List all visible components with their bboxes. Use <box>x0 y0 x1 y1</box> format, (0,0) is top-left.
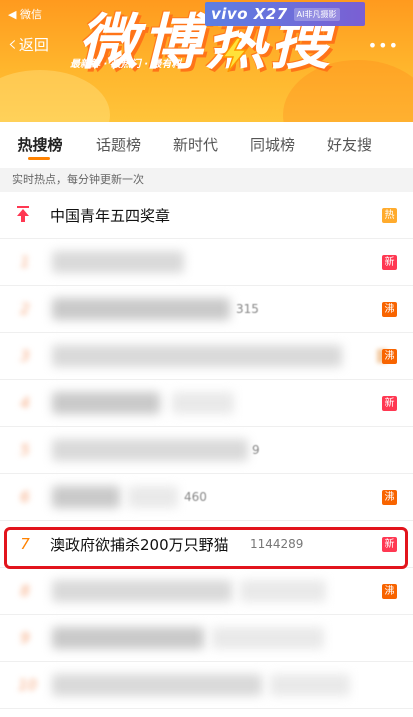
blurred-heat <box>128 486 178 508</box>
lightning-icon <box>221 38 248 72</box>
tab-friends[interactable]: 好友搜 <box>311 122 388 168</box>
topic-text: 中国青年五四奖章 <box>50 206 171 225</box>
tab-new-era[interactable]: 新时代 <box>157 122 234 168</box>
new-badge: 新 <box>382 254 397 270</box>
boiling-badge: 沸 <box>382 301 397 317</box>
heat-value: 1144289 <box>250 537 304 551</box>
blurred-heat <box>172 392 234 414</box>
heat-value: 460 <box>184 490 207 504</box>
ad-brand: vivo X27 <box>211 5 288 23</box>
header-banner: 微博热搜 最新鲜 · 最热门 · 最有料 vivo X27 AI非凡摄影 ◀ 微… <box>0 0 413 122</box>
back-button[interactable]: ‹ 返回 <box>8 31 49 57</box>
blurred-topic <box>52 251 184 273</box>
blurred-topic <box>52 345 342 367</box>
tab-topics[interactable]: 话题榜 <box>80 122 157 168</box>
boiling-badge: 沸 <box>382 348 397 364</box>
list-item[interactable]: 6 460 沸 <box>0 474 413 521</box>
topic-text: 澳政府欲捕杀200万只野猫 <box>50 535 229 554</box>
rank-number: 6 <box>20 488 30 506</box>
list-item[interactable]: 5 9 <box>0 427 413 474</box>
list-item[interactable]: 4 新 <box>0 380 413 427</box>
blurred-topic <box>52 580 232 602</box>
rank-number: 4 <box>20 394 30 412</box>
list-item[interactable]: 1 新 <box>0 239 413 286</box>
new-badge: 新 <box>382 536 397 552</box>
blurred-topic <box>52 627 204 649</box>
tab-bar: 热搜榜 话题榜 新时代 同城榜 好友搜 <box>0 122 413 169</box>
list-item[interactable]: 10 <box>0 662 413 709</box>
list-subtitle: 实时热点，每分钟更新一次 <box>0 168 413 192</box>
rank-number: 10 <box>18 676 38 694</box>
blurred-heat <box>212 627 324 649</box>
banner-slogan: 最新鲜 · 最热门 · 最有料 <box>70 59 182 70</box>
rank-number: 7 <box>20 535 30 553</box>
list-item[interactable]: 8 沸 <box>0 568 413 615</box>
rank-number: 1 <box>20 253 30 271</box>
rank-number: 8 <box>20 582 30 600</box>
boiling-badge: 沸 <box>382 583 397 599</box>
blurred-heat <box>270 674 350 696</box>
blurred-topic <box>52 439 248 461</box>
ad-subtitle: AI非凡摄影 <box>293 7 340 21</box>
rank-number: 9 <box>20 629 30 647</box>
ad-banner[interactable]: vivo X27 AI非凡摄影 <box>205 2 365 26</box>
blurred-topic <box>52 486 120 508</box>
pin-top-icon <box>17 206 29 222</box>
blurred-topic <box>52 392 160 414</box>
rank-number: 3 <box>20 347 30 365</box>
list-item-highlighted[interactable]: 7 澳政府欲捕杀200万只野猫 1144289 新 <box>0 521 413 568</box>
back-label: 返回 <box>18 36 49 54</box>
status-back-to-app[interactable]: ◀ 微信 <box>8 6 42 22</box>
tab-local[interactable]: 同城榜 <box>234 122 311 168</box>
list-item-pinned[interactable]: 中国青年五四奖章 热 <box>0 192 413 239</box>
new-badge: 新 <box>382 395 397 411</box>
blurred-topic <box>52 298 230 320</box>
tab-hot-search[interactable]: 热搜榜 <box>0 122 80 168</box>
more-button[interactable]: ••• <box>368 36 399 55</box>
list-item[interactable]: 9 <box>0 615 413 662</box>
boiling-badge: 沸 <box>382 489 397 505</box>
blurred-topic <box>52 674 262 696</box>
heat-value: 315 <box>236 302 259 316</box>
rank-number: 2 <box>20 300 30 318</box>
hot-badge: 热 <box>382 207 397 223</box>
blurred-heat <box>240 580 326 602</box>
list-item[interactable]: 2 315 沸 <box>0 286 413 333</box>
rank-number: 5 <box>20 441 30 459</box>
heat-value: 9 <box>252 443 260 457</box>
hot-search-list: 中国青年五四奖章 热 1 新 2 315 沸 3 沸 4 新 5 9 6 460… <box>0 192 413 709</box>
chevron-left-icon: ‹ <box>8 31 17 57</box>
list-item[interactable]: 3 沸 <box>0 333 413 380</box>
